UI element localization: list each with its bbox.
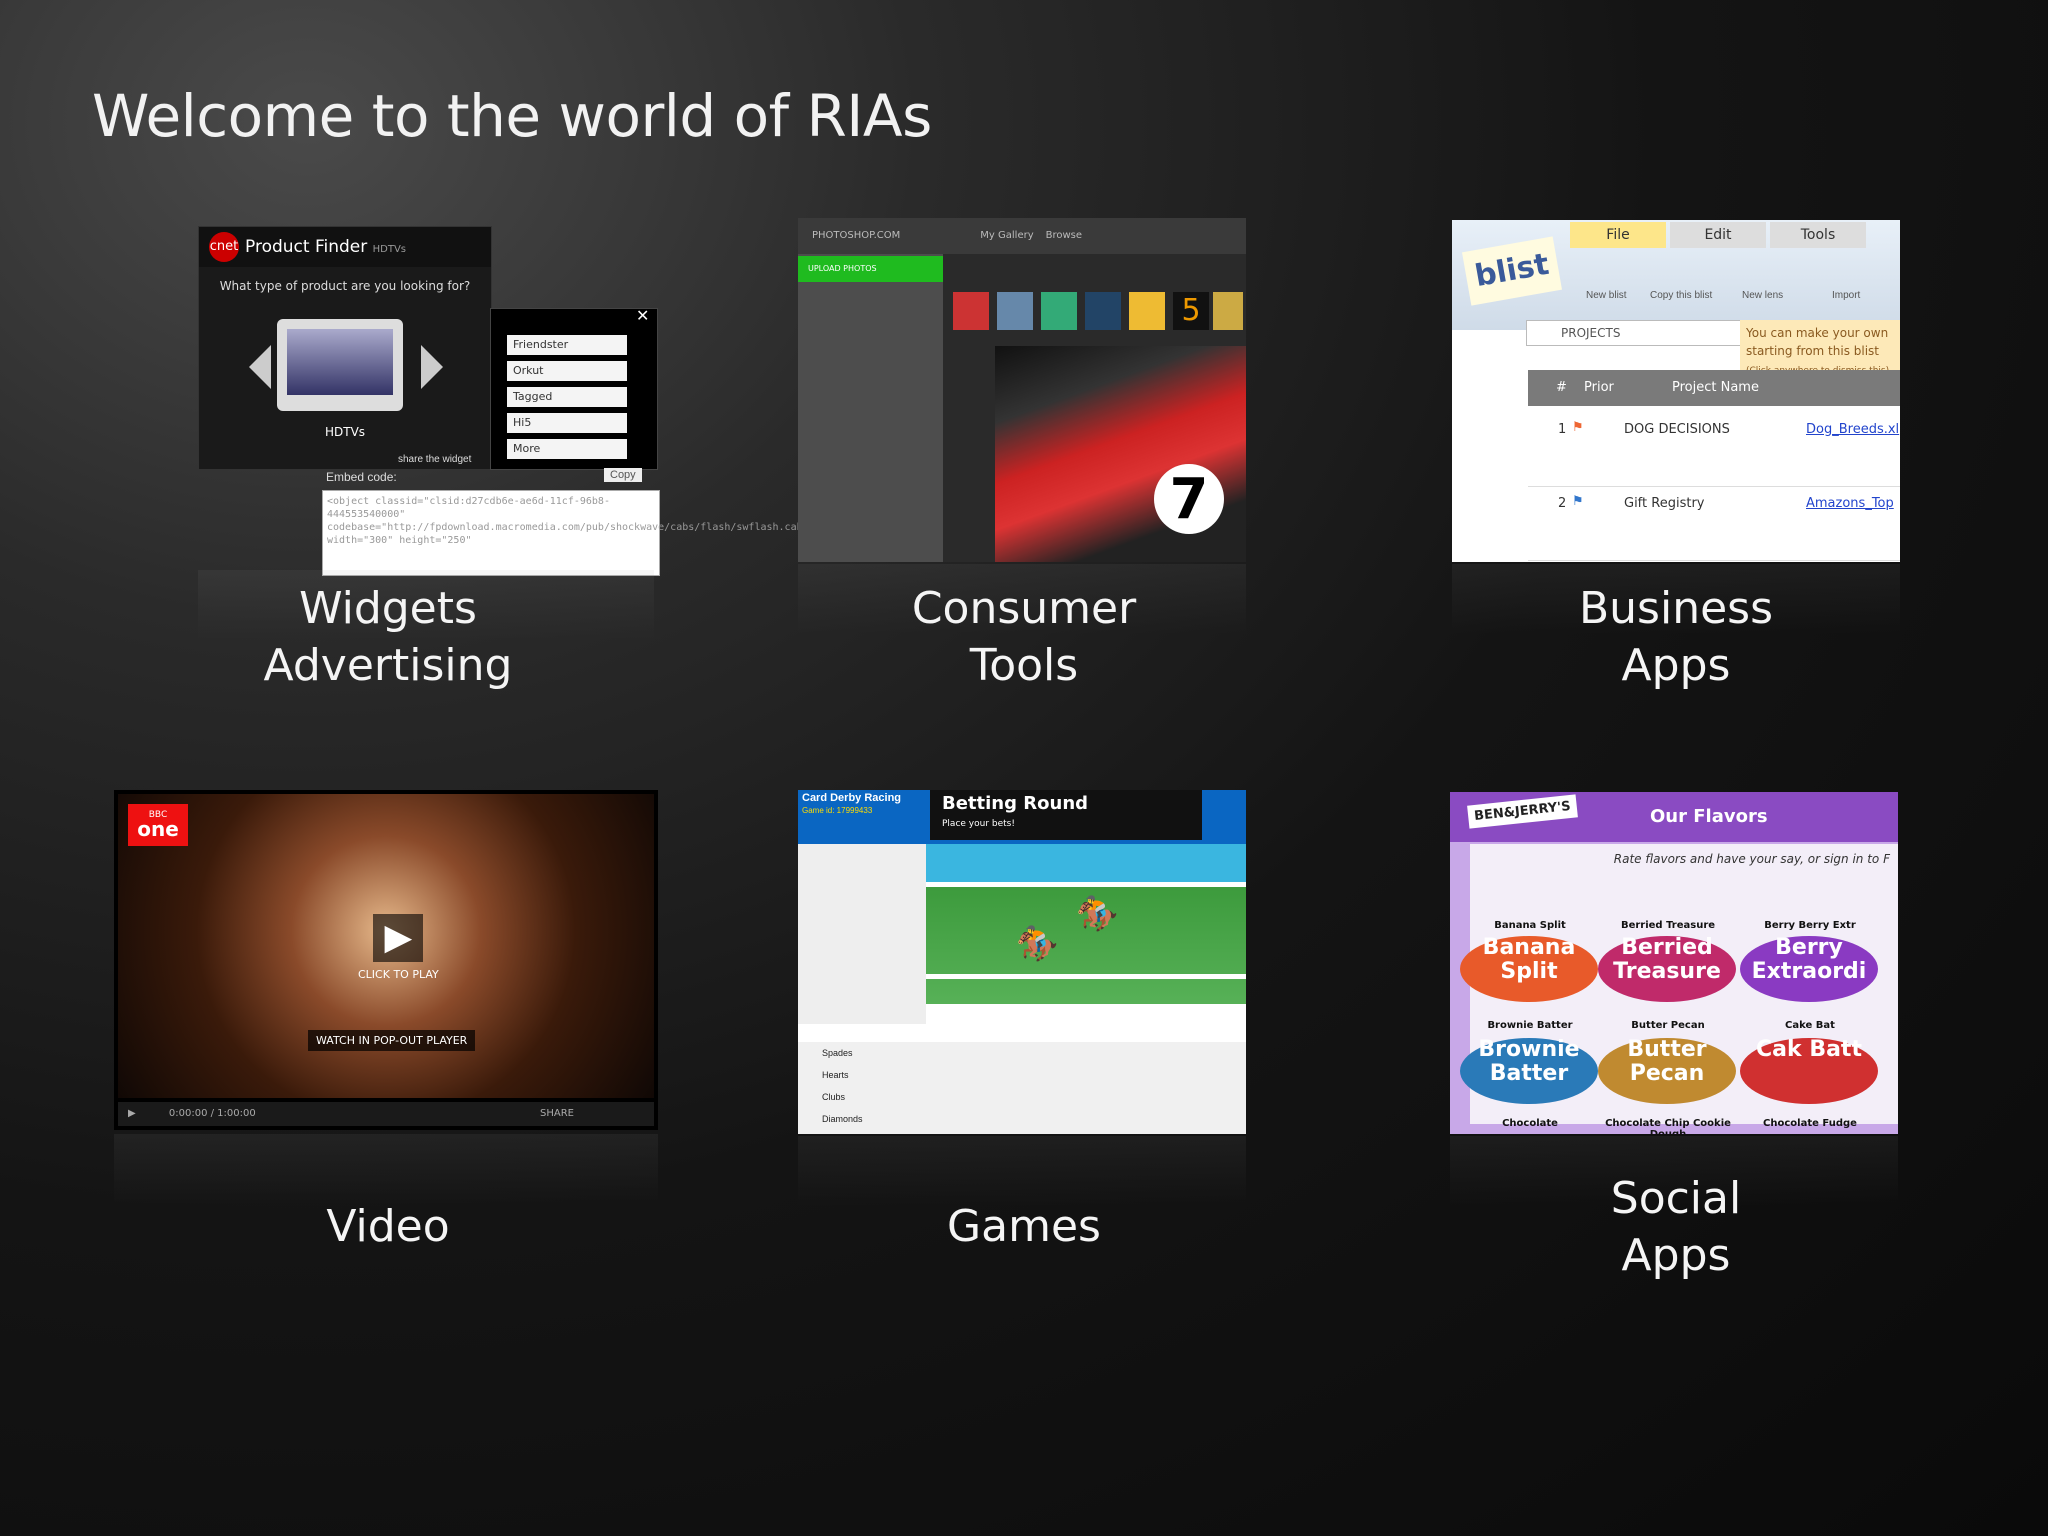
car-number: 7: [1154, 464, 1224, 534]
tab-edit: Edit: [1670, 222, 1766, 248]
share-item: Friendster: [507, 335, 627, 355]
video-screenshot: BBC one ▶ CLICK TO PLAY WATCH IN POP-OUT P…: [114, 790, 658, 1130]
embed-label: Embed code:: [326, 470, 397, 484]
business-screenshot: File Edit Tools New blist Copy this blis…: [1452, 220, 1900, 562]
flavor-pint: Brownie Batter: [1460, 1038, 1598, 1104]
cnet-logo: cnet: [209, 232, 239, 262]
table-header: # Prior Project Name: [1528, 370, 1900, 406]
tv-label: HDTVs: [324, 425, 366, 439]
cards-panel: [798, 844, 926, 1024]
share-label: share the widget: [398, 454, 472, 465]
flag-icon: ⚑: [1572, 494, 1584, 509]
social-screenshot: Our Flavors BEN&JERRY'S Rate flavors and…: [1450, 792, 1898, 1134]
widget-screenshot: cnet Product Finder HDTVs What type of pr…: [198, 226, 492, 470]
thumbnail: [1213, 292, 1243, 330]
share-panel: Friendster Orkut Tagged Hi5 More: [490, 308, 658, 470]
play-overlay: ▶ CLICK TO PLAY: [358, 914, 439, 981]
tile-caption: Social Apps: [1610, 1173, 1742, 1281]
horse-icon: 🏇: [1076, 894, 1119, 934]
thumbnail: [997, 292, 1033, 330]
thumbnail: [1085, 292, 1121, 330]
page-title: Welcome to the world of RIAs: [92, 82, 932, 150]
tagline: Rate flavors and have your say, or sign …: [1613, 852, 1890, 866]
share-item: Tagged: [507, 387, 627, 407]
time-readout: 0:00:00 / 1:00:00: [168, 1108, 256, 1119]
widget-question: What type of product are you looking for…: [219, 279, 471, 293]
play-icon: ▶: [128, 1108, 136, 1119]
flavor-pint: Banana Split: [1460, 936, 1598, 1002]
video-controls: ▶ 0:00:00 / 1:00:00 SHARE: [118, 1102, 654, 1126]
odds-table: Spades Hearts Clubs Diamonds: [798, 1042, 1246, 1134]
horse-icon: 🏇: [1016, 924, 1059, 964]
flavor-pint: Berry Extraordi: [1740, 936, 1878, 1002]
popout-label: WATCH IN POP-OUT PLAYER: [308, 1030, 476, 1051]
betting-round: Betting Round Place your bets!: [930, 790, 1202, 840]
play-icon: ▶: [373, 914, 424, 962]
table-row: 2 ⚑ Gift Registry Amazons_Top: [1528, 490, 1900, 561]
thumbnail: [953, 292, 989, 330]
sidebar: [798, 254, 943, 562]
site-name: PHOTOSHOP.COM: [812, 230, 901, 241]
reflection: [798, 1136, 1246, 1206]
projects-field: PROJECTS: [1526, 320, 1772, 346]
race-track: 🏇 🏇: [926, 844, 1246, 1004]
arrow-left-icon: [249, 345, 271, 389]
video-frame: BBC one ▶ CLICK TO PLAY WATCH IN POP-OUT P…: [118, 794, 654, 1098]
share-label: SHARE: [540, 1108, 574, 1119]
widget-header: Product Finder: [245, 237, 368, 257]
embed-code: <object classid="clsid:d27cdb6e-ae6d-11c…: [322, 490, 905, 576]
tab-tools: Tools: [1770, 222, 1866, 248]
flavor-pint: Cak Batt: [1740, 1038, 1878, 1104]
table-row: 1 ⚑ DOG DECISIONS Dog_Breeds.xl: [1528, 416, 1900, 487]
tile-caption: Widgets Advertising: [263, 583, 513, 691]
consumer-screenshot: PHOTOSHOP.COM My Gallery Browse UPLOAD PHO…: [798, 218, 1246, 562]
copy-button: Copy: [604, 468, 642, 482]
thumbnail: [1041, 292, 1077, 330]
race-car-photo: 7: [995, 346, 1246, 562]
tab-file: File: [1570, 222, 1666, 248]
close-icon: ✕: [636, 308, 650, 325]
tv-icon: [277, 319, 403, 411]
bbc-one-logo: BBC one: [128, 804, 188, 846]
tile-caption: Consumer Tools: [911, 583, 1137, 691]
share-item: Orkut: [507, 361, 627, 381]
game-title: Card Derby Racing: [802, 792, 902, 804]
share-item: Hi5: [507, 413, 627, 433]
thumbnail: [1129, 292, 1165, 330]
arrow-right-icon: [421, 345, 443, 389]
share-item: More: [507, 439, 627, 459]
tile-caption: Games: [947, 1201, 1101, 1252]
flavor-pint: Butter Pecan: [1598, 1038, 1736, 1104]
games-screenshot: Card Derby Racing Game id: 17999433 Bett…: [798, 790, 1246, 1134]
flag-icon: ⚑: [1572, 420, 1584, 435]
tile-caption: Video: [326, 1201, 450, 1252]
flavor-pint: Berried Treasure: [1598, 936, 1736, 1002]
upload-button: UPLOAD PHOTOS: [798, 256, 953, 282]
tile-caption: Business Apps: [1578, 583, 1774, 691]
reflection: [114, 1134, 658, 1204]
thumbnail: 5: [1173, 292, 1209, 330]
